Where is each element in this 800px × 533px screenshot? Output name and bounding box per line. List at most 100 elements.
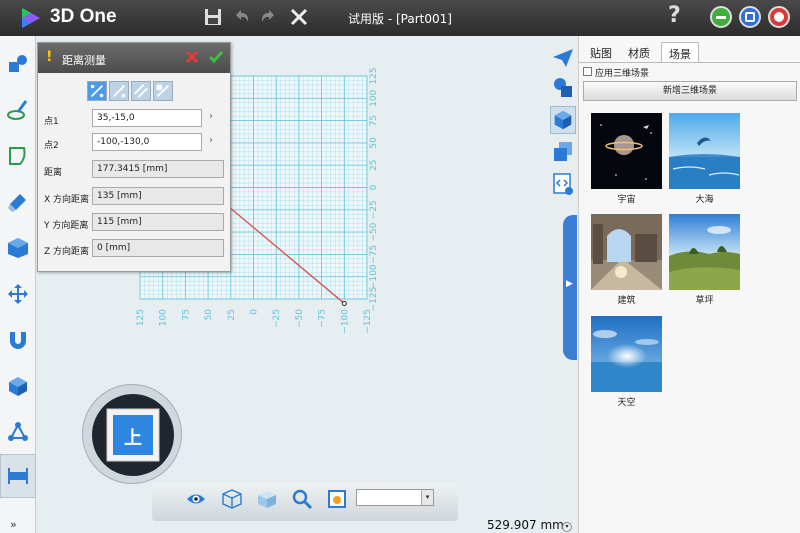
x-tick-label: −75 [318, 309, 328, 328]
scene-architecture-label: 建筑 [617, 296, 636, 306]
y-tick-label: 75 [369, 115, 379, 126]
scene-sky-thumbnail[interactable] [591, 316, 662, 392]
y-tick-label: 125 [369, 67, 379, 84]
scene-ocean-thumbnail[interactable] [669, 113, 740, 189]
x-tick-label: −50 [295, 309, 305, 328]
x-tick-label: −100 [340, 309, 350, 334]
y-tick-label: −75 [369, 245, 379, 264]
navcube-face-label: 上 [124, 428, 142, 449]
point1-input[interactable]: 35,-15,0 [92, 109, 202, 127]
transform-icon[interactable] [6, 282, 30, 306]
point-plane-mode-icon[interactable] [153, 81, 173, 101]
x-tick-label: 0 [250, 309, 260, 315]
window-title: 试用版 - [Part001] [348, 12, 452, 26]
distance-value: 177.3415 [mm] [92, 160, 224, 178]
scene-architecture-thumbnail[interactable] [591, 214, 662, 290]
readout-dropdown-icon[interactable]: ▾ [562, 522, 572, 532]
x-tick-label: −125 [363, 309, 373, 334]
shapes-icon[interactable] [550, 74, 576, 102]
measure-readout: 529.907 mm [487, 518, 564, 532]
eye-icon[interactable] [185, 488, 207, 510]
y-tick-label: 25 [369, 159, 379, 170]
distance-measure-dialog: ! 距离测量 点1 35,-15,0 › 点2 -100,-130,0 › 距离… [37, 42, 231, 272]
feature-icon[interactable] [6, 190, 30, 214]
redo-icon[interactable] [258, 6, 280, 28]
dialog-title: 距离测量 [62, 54, 106, 67]
save-icon[interactable] [202, 6, 224, 28]
help-icon[interactable]: ? [668, 3, 681, 28]
expand-toolbar-icon[interactable]: » [10, 518, 17, 531]
point2-expand-icon[interactable]: › [209, 135, 213, 146]
x-tick-label: 125 [136, 309, 146, 326]
point2-label: 点2 [44, 141, 59, 151]
collapse-arrow-icon: ▶ [566, 279, 573, 289]
dialog-cancel-icon[interactable] [185, 50, 199, 64]
point-line-mode-icon[interactable] [109, 81, 129, 101]
y-distance-label: Y 方向距离 [44, 221, 89, 231]
x-distance-label: X 方向距离 [44, 195, 90, 205]
close-button[interactable] [768, 6, 790, 28]
app-name: 3D One [50, 6, 117, 27]
paper-plane-icon[interactable] [550, 44, 576, 72]
scene-sky-label: 天空 [617, 398, 636, 408]
collapse-panel-button[interactable]: ▶ [563, 215, 577, 360]
sketch-icon[interactable] [6, 98, 30, 122]
view-navigation-cube[interactable]: 上 [82, 384, 182, 484]
scene-space-label: 宇宙 [617, 195, 636, 205]
tab-divider [579, 62, 800, 63]
tab-textures[interactable]: 贴图 [583, 42, 619, 62]
maximize-button[interactable] [739, 6, 761, 28]
point1-expand-icon[interactable]: › [209, 111, 213, 122]
y-tick-label: −50 [369, 222, 379, 241]
y-distance-value: 115 [mm] [92, 213, 224, 231]
sketch-edit-icon[interactable] [6, 144, 30, 168]
x-tick-label: 100 [159, 309, 169, 326]
point1-label: 点1 [44, 117, 59, 127]
point2-input[interactable]: -100,-130,0 [92, 133, 202, 151]
tab-materials[interactable]: 材质 [621, 42, 657, 62]
render-icon[interactable] [326, 488, 348, 510]
left-toolbar: » [0, 36, 36, 533]
cube-view-icon[interactable] [550, 138, 576, 166]
zoom-icon[interactable] [291, 488, 313, 510]
select-arrow-icon[interactable]: ▾ [421, 490, 433, 505]
dialog-header: ! 距离测量 [38, 43, 230, 73]
scene-space-thumbnail[interactable] [591, 113, 662, 189]
warning-icon: ! [46, 49, 53, 65]
scene-grassland-label: 草坪 [695, 296, 714, 306]
y-tick-label: 50 [369, 137, 379, 149]
y-tick-label: −100 [369, 264, 379, 289]
measure-icon[interactable] [6, 464, 30, 488]
x-tick-label: 50 [204, 309, 214, 321]
view-mode-select[interactable]: ▾ [356, 489, 434, 506]
title-bar: 3D One 试用版 - [Part001] ? [0, 0, 800, 36]
dialog-confirm-icon[interactable] [208, 50, 224, 64]
distance-label: 距离 [44, 168, 63, 178]
scene-grassland-thumbnail[interactable] [669, 214, 740, 290]
x-tick-label: −25 [272, 309, 282, 328]
y-tick-label: 0 [369, 184, 379, 190]
primitives-icon[interactable] [6, 52, 30, 76]
minimize-button[interactable] [710, 6, 732, 28]
magnet-icon[interactable] [6, 328, 30, 352]
measure-point-2 [341, 300, 347, 306]
wireframe-cube-icon[interactable] [221, 488, 243, 510]
assembly-icon[interactable] [6, 374, 30, 398]
z-distance-value: 0 [mm] [92, 239, 224, 257]
tab-scenes[interactable]: 场景 [661, 42, 699, 62]
combine-icon[interactable] [6, 236, 30, 260]
apply-3d-scene-label: 应用三维场景 [595, 69, 650, 79]
undo-icon[interactable] [230, 6, 252, 28]
shaded-cube-icon[interactable] [256, 488, 278, 510]
cube-stack-icon[interactable] [550, 106, 576, 134]
right-icon-strip [547, 36, 577, 236]
code-icon[interactable] [550, 170, 576, 198]
x-tick-label: 25 [227, 309, 237, 320]
line-line-mode-icon[interactable] [131, 81, 151, 101]
apply-3d-scene-checkbox[interactable] [583, 67, 592, 76]
app-logo-icon [22, 8, 40, 28]
point-point-mode-icon[interactable] [87, 81, 107, 101]
node-icon[interactable] [6, 420, 30, 444]
y-tick-label: 100 [369, 89, 379, 106]
new-3d-scene-button[interactable]: 新增三维场景 [583, 81, 797, 101]
